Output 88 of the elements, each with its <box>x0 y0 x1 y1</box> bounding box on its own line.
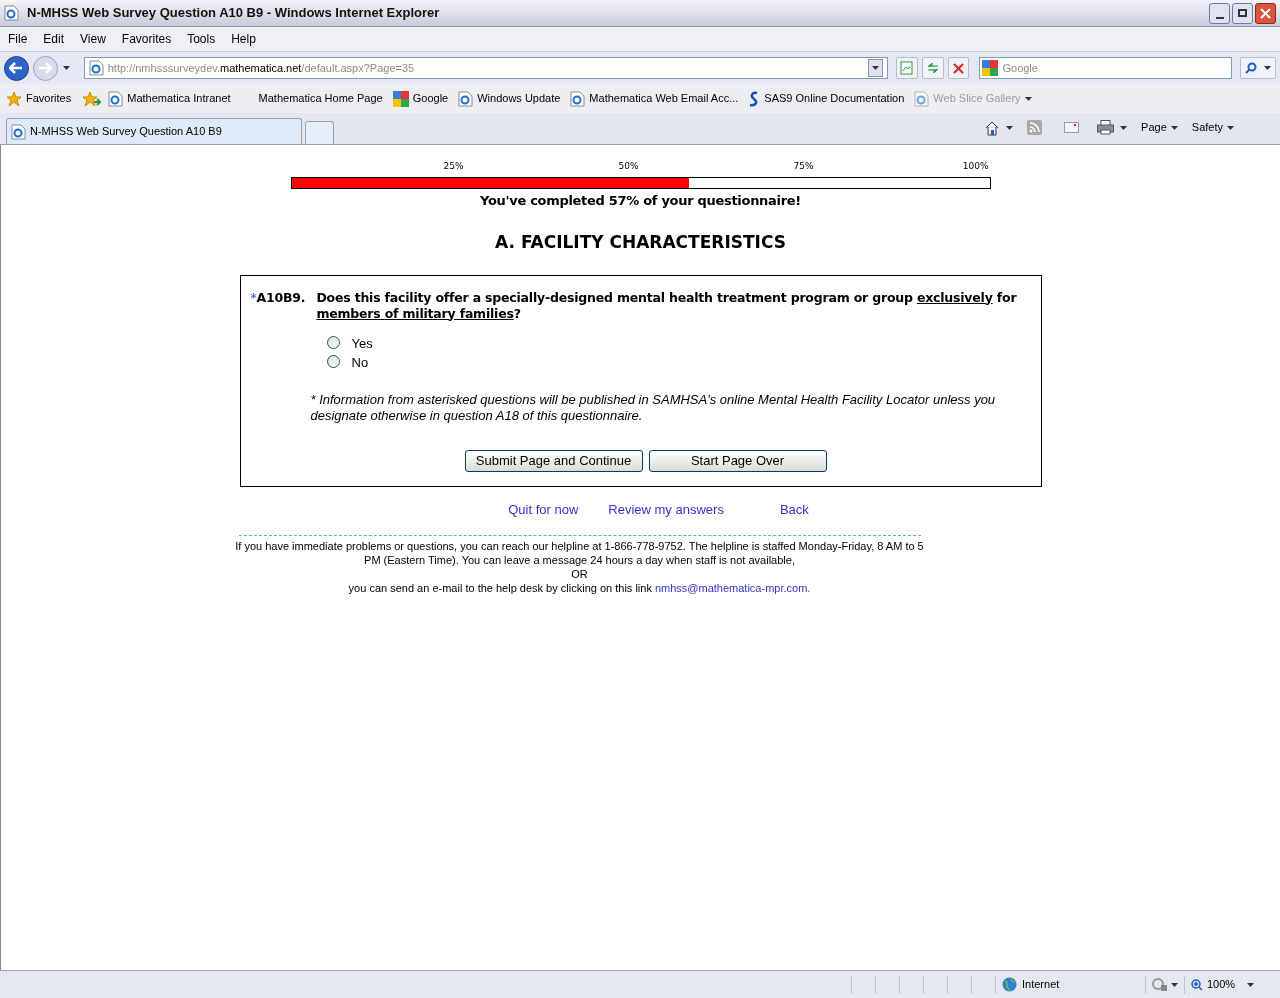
favorite-link[interactable]: Google <box>389 90 452 107</box>
form-button[interactable]: Submit Page and Continue <box>464 449 643 472</box>
refresh-button[interactable] <box>921 57 944 79</box>
nav-link[interactable]: Review my answers <box>608 499 724 519</box>
minimize-button[interactable] <box>1209 2 1230 24</box>
menu-item[interactable]: View <box>80 30 106 48</box>
caret-icon <box>1120 125 1128 130</box>
menu-item[interactable]: Edit <box>43 30 65 48</box>
browser-tab[interactable]: N-MHSS Web Survey Question A10 B9 <box>6 118 302 144</box>
zoom-icon <box>1191 978 1203 991</box>
star-icon <box>6 90 22 107</box>
menu-item[interactable]: Help <box>231 30 256 48</box>
home-icon <box>984 119 1001 136</box>
feed-icon <box>1027 120 1043 135</box>
restore-button[interactable] <box>1232 2 1253 24</box>
progress-tick-label: 75% <box>793 160 815 173</box>
radio-button[interactable] <box>326 335 340 349</box>
menu-item[interactable]: File <box>8 30 28 48</box>
caret-icon <box>1024 96 1032 101</box>
caret-icon <box>871 66 879 70</box>
address-dropdown-button[interactable] <box>867 59 883 77</box>
search-input[interactable]: Google <box>1002 59 1230 77</box>
email-link[interactable]: nmhss@mathematica-mpr.com. <box>654 582 811 594</box>
menu-item[interactable]: Tools <box>187 30 216 48</box>
page-icon <box>458 90 474 107</box>
close-button[interactable] <box>1255 2 1276 24</box>
option-label: Yes <box>351 335 373 354</box>
page-icon <box>4 5 19 21</box>
favorites-button[interactable]: Favorites <box>26 90 72 107</box>
helpline-text: If you have immediate problems or questions, you can reach our helpline at 1-866-778-9752. The helpline is staffed Monday-Friday, 8 AM to 5 PM (Eastern Time). You can leave a message 24 hours a day when staff is not available, <box>234 539 925 567</box>
asterisk-note: * Information from asterisked questions will be published in SAMHSA's online Mental Health Facility Locator unless you designate otherwise in question A18 of this questionnaire. <box>310 391 997 424</box>
caret-icon <box>1006 125 1014 130</box>
question-number: *A10B9. <box>250 289 306 307</box>
or-text: OR <box>571 567 588 581</box>
form-button[interactable]: Start Page Over <box>648 449 827 472</box>
globe-icon <box>1002 977 1017 992</box>
caret-icon <box>1247 982 1254 987</box>
caret-icon <box>1264 66 1272 70</box>
question-text: Does this facility offer a specially-designed mental health treatment program or group exclusively for members of military families? <box>316 289 1018 322</box>
window-title: N-MHSS Web Survey Question A10 B9 - Windows Internet Explorer <box>27 4 440 23</box>
zoom-control[interactable]: 100% <box>1184 975 1260 994</box>
mail-icon <box>1064 122 1080 133</box>
page-chart-icon <box>900 61 914 75</box>
refresh-icon <box>925 61 940 75</box>
nav-link[interactable]: Quit for now <box>508 499 579 519</box>
favorite-link[interactable]: Mathematica Home Page <box>255 90 386 107</box>
search-icon <box>1244 62 1257 74</box>
back-button[interactable] <box>4 55 29 81</box>
back-arrow-icon <box>9 62 24 74</box>
favorite-link[interactable]: Mathematica Intranet <box>105 90 234 107</box>
stop-icon <box>953 62 964 74</box>
section-title: A. FACILITY CHARACTERISTICS <box>495 231 786 254</box>
security-zone: Internet <box>1022 977 1060 993</box>
progress-message: You've completed 57% of your questionnaire! <box>480 191 801 210</box>
caret-icon <box>1170 125 1178 130</box>
caret-icon <box>63 66 71 70</box>
page-icon <box>108 90 124 107</box>
google-logo-icon <box>392 90 409 107</box>
favorite-link[interactable]: Windows Update <box>455 90 564 107</box>
search-button[interactable] <box>1240 57 1277 79</box>
nav-link[interactable]: Back <box>779 499 809 519</box>
favorite-link[interactable]: SAS9 Online Documentation <box>745 90 908 107</box>
history-dropdown-button[interactable] <box>61 66 72 70</box>
close-icon <box>1260 7 1271 19</box>
printer-icon <box>1097 120 1115 135</box>
google-logo-icon <box>982 60 999 76</box>
caret-icon <box>1227 125 1234 130</box>
progress-tick-label: 25% <box>443 160 465 173</box>
page-icon <box>88 60 104 76</box>
page-icon <box>11 123 26 140</box>
command-menu-button[interactable]: Page <box>1141 119 1178 136</box>
address-url: http://nmhsssurveydev.mathematica.net/default.aspx?Page=35 <box>107 60 415 76</box>
progress-tick-label: 100% <box>962 160 990 173</box>
forward-arrow-icon <box>38 62 53 74</box>
caret-icon <box>1171 982 1178 987</box>
search-field[interactable]: Google <box>979 57 1233 79</box>
address-field[interactable]: http://nmhsssurveydev.mathematica.net/default.aspx?Page=35 <box>83 57 888 79</box>
stop-button[interactable] <box>947 57 970 79</box>
radio-button[interactable] <box>326 354 340 368</box>
menu-item[interactable]: Favorites <box>121 30 172 48</box>
page-icon <box>914 90 930 107</box>
option-label: No <box>351 354 369 373</box>
favorite-link[interactable]: Mathematica Web Email Acc... <box>567 90 742 107</box>
page-icon <box>570 90 586 107</box>
command-menu-button[interactable]: Safety <box>1191 119 1234 136</box>
progress-tick-label: 50% <box>618 160 640 173</box>
add-favorite-icon <box>83 90 102 107</box>
email-text: you can send an e-mail to the help desk by clicking on this link nmhss@mathematica-mpr.com. <box>348 581 811 595</box>
